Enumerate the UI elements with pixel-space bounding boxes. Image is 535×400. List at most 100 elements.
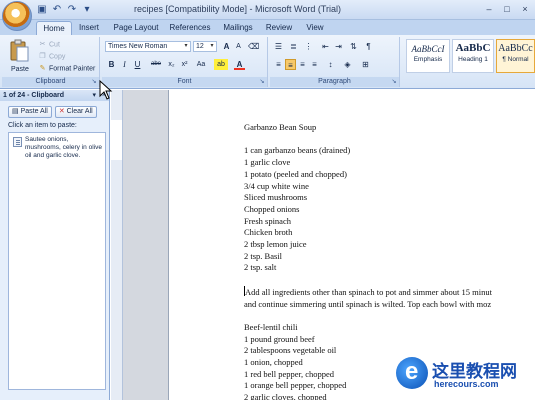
style-name: Heading 1	[458, 56, 488, 63]
clipboard-hint: Click an item to paste:	[8, 122, 77, 129]
bold-button[interactable]: B	[106, 59, 117, 70]
style-normal[interactable]: AaBbCc ¶ Normal	[496, 39, 535, 73]
justify-icon[interactable]: ≡	[309, 59, 320, 70]
tab-references[interactable]: References	[166, 21, 214, 35]
show-marks-icon[interactable]: ¶	[363, 41, 374, 52]
bullets-icon[interactable]: ☰	[273, 41, 284, 52]
italic-label: I	[123, 60, 126, 69]
font-group-label: Font	[102, 77, 267, 87]
paragraph-group-label: Paragraph	[270, 77, 399, 87]
document-line-text: 2 garlic cloves, chopped	[244, 392, 327, 400]
grow-font-button[interactable]: A	[221, 41, 232, 52]
tab-insert[interactable]: Insert	[72, 21, 106, 35]
change-case-button[interactable]: Aa	[194, 59, 208, 70]
document-line-text: 1 red bell pepper, chopped	[244, 368, 335, 379]
line-spacing-icon[interactable]: ↕	[325, 59, 336, 70]
paste-button[interactable]: Paste	[11, 65, 29, 75]
clear-formatting-icon[interactable]: ⌫	[248, 41, 259, 52]
ribbon-tabs: Home Insert Page Layout References Maili…	[0, 20, 535, 35]
style-name: ¶ Normal	[502, 56, 529, 63]
font-size-value: 12	[196, 43, 204, 50]
document-line-text: Sliced mushrooms	[244, 192, 308, 203]
document-line-text: 2 tsp. salt	[244, 262, 277, 273]
font-color-button[interactable]: A	[234, 59, 245, 70]
underline-button[interactable]: U	[132, 59, 143, 70]
tab-view[interactable]: View	[300, 21, 330, 35]
subscript-button[interactable]: x₂	[166, 59, 177, 70]
document-line: 2 tsp. Basil	[244, 251, 535, 263]
numbering-icon[interactable]: ≣	[288, 41, 299, 52]
chevron-down-icon[interactable]: ▾	[92, 90, 96, 101]
clear-all-label: Clear All	[66, 108, 93, 115]
clear-all-button[interactable]: ✕ Clear All	[54, 106, 97, 118]
clipboard-pane-buttons: ▤ Paste All ✕ Clear All	[8, 106, 97, 118]
font-name-combo[interactable]: Times New Roman ▾	[105, 41, 191, 52]
italic-button[interactable]: I	[119, 59, 130, 70]
ruler-margin	[111, 120, 122, 160]
document-line: 1 garlic clove	[244, 157, 535, 169]
cut-button[interactable]: ✂ Cut	[38, 40, 60, 50]
decrease-indent-icon[interactable]: ⇤	[320, 41, 331, 52]
mouse-pointer-icon	[99, 79, 113, 100]
paste-icon[interactable]	[8, 39, 30, 63]
style-emphasis[interactable]: AaBbCcI Emphasis	[406, 39, 450, 73]
highlight-button[interactable]: ab	[214, 59, 228, 70]
sort-icon[interactable]: ⇅	[348, 41, 359, 52]
styles-group: AaBbCcI Emphasis AaBbC Heading 1 AaBbCc …	[402, 37, 535, 87]
shading-icon[interactable]: ◈	[342, 59, 353, 70]
minimize-button[interactable]: –	[481, 2, 497, 16]
paste-all-label: Paste All	[20, 108, 48, 115]
tab-review[interactable]: Review	[262, 21, 296, 35]
superscript-button[interactable]: x²	[179, 59, 190, 70]
copy-button[interactable]: ❐ Copy	[38, 52, 65, 62]
paste-all-icon: ▤	[12, 108, 21, 115]
align-left-icon[interactable]: ≡	[273, 59, 284, 70]
close-button[interactable]: ×	[517, 2, 533, 16]
strikethrough-button[interactable]: abe	[148, 59, 164, 70]
align-right-icon[interactable]: ≡	[297, 59, 308, 70]
clear-all-icon: ✕	[58, 108, 67, 115]
format-painter-button[interactable]: ✎ Format Painter	[38, 64, 96, 74]
chevron-down-icon: ▾	[210, 43, 214, 49]
shrink-font-button[interactable]: A	[233, 41, 244, 52]
paragraph-group: ☰ ≣ ⋮ ⇤ ⇥ ⇅ ¶ ≡ ≡ ≡ ≡ ↕ ◈ ⊞ Paragraph ↘	[270, 37, 400, 87]
document-line: Chopped onions	[244, 204, 535, 216]
style-heading-1[interactable]: AaBbC Heading 1	[452, 39, 494, 73]
clipboard-items-list: Sautee onions, mushrooms, celery in oliv…	[8, 132, 106, 390]
document-line: 3/4 cup white wine	[244, 181, 535, 193]
document-line-text: 1 orange bell pepper, chopped	[244, 380, 347, 391]
font-group: Times New Roman ▾ 12 ▾ A A ⌫ B I U abe x…	[102, 37, 268, 87]
watermark: 这里教程网 herecours.com	[394, 353, 529, 397]
paragraph-launcher-icon[interactable]: ↘	[390, 78, 398, 86]
document-line-text: 1 can garbanzo beans (drained)	[244, 145, 351, 156]
style-sample: AaBbCc	[498, 43, 533, 54]
document-line-text: Fresh spinach	[244, 215, 291, 226]
clipboard-group-label: Clipboard	[2, 77, 99, 87]
increase-indent-icon[interactable]: ⇥	[333, 41, 344, 52]
clipboard-item[interactable]: Sautee onions, mushrooms, celery in oliv…	[13, 136, 103, 160]
clipboard-item-text: Sautee onions, mushrooms, celery in oliv…	[25, 136, 102, 159]
tab-home[interactable]: Home	[36, 21, 72, 35]
watermark-logo	[396, 357, 428, 389]
font-size-combo[interactable]: 12 ▾	[193, 41, 217, 52]
multilevel-list-icon[interactable]: ⋮	[303, 41, 314, 52]
document-line-text: Add all ingredients other than spinach t…	[245, 286, 492, 297]
tab-mailings[interactable]: Mailings	[218, 21, 258, 35]
font-launcher-icon[interactable]: ↘	[258, 78, 266, 86]
align-center-icon[interactable]: ≡	[285, 59, 296, 70]
clipboard-launcher-icon[interactable]: ↘	[90, 78, 98, 86]
strikethrough-label: abe	[150, 61, 161, 67]
clipboard-pane: 1 of 24 - Clipboard ▾ × ▤ Paste All ✕ Cl…	[0, 90, 110, 400]
office-button[interactable]	[2, 1, 32, 31]
maximize-button[interactable]: □	[499, 2, 515, 16]
cut-label: Cut	[49, 41, 60, 49]
title-bar: ▣ ↶ ↷ ▾ recipes [Compatibility Mode] - M…	[0, 0, 535, 31]
borders-icon[interactable]: ⊞	[360, 59, 371, 70]
tab-page-layout[interactable]: Page Layout	[110, 21, 162, 35]
document-line-text: 3/4 cup white wine	[244, 180, 309, 191]
paste-all-button[interactable]: ▤ Paste All	[8, 106, 52, 118]
document-line-text: Chopped onions	[244, 203, 300, 214]
document-line: Garbanzo Bean Soup	[244, 122, 535, 134]
